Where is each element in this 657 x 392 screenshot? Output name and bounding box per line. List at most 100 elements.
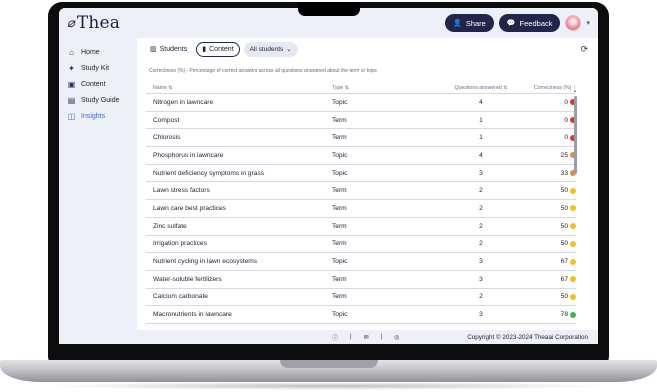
row-questions: 4 (479, 151, 483, 159)
copyright-text: Copyright © 2023-2024 Theaai Corporation (467, 333, 588, 341)
table-row[interactable]: Zinc sulfate Term 2 50 (146, 218, 576, 236)
table-row[interactable]: Chlorosis Term 1 0 (146, 129, 576, 148)
table-row[interactable]: Nutrient deficiency symptoms in grass Top… (146, 165, 576, 183)
status-dot-icon (570, 293, 576, 300)
sidebar-item-study-kit[interactable]: ✦ Study Kit (59, 60, 137, 76)
table-header: Name ⇅ Type ⇅ Questions answered ⇅ Corre… (146, 82, 576, 94)
table-scrollbar[interactable] (574, 96, 577, 174)
home-icon: ⌂ (69, 47, 74, 57)
row-questions: 3 (479, 169, 483, 177)
sidebar-item-label: Content (81, 80, 106, 88)
row-name: Lawn stress factors (153, 187, 210, 195)
row-name: Phosphorus in lawncare (153, 151, 224, 159)
sort-icon: ⇅ (168, 84, 173, 91)
app-footer: ⓘ | ✉ | ◎ Copyright © 2023-2024 Theaai C… (137, 330, 598, 344)
row-name: Nutrient cycling in lawn ecosystems (153, 258, 258, 266)
chat-icon: 💬 (506, 20, 516, 27)
laptop-lip (280, 360, 378, 368)
row-type: Topic (332, 311, 348, 319)
chevron-down-icon: ⌄ (286, 46, 292, 53)
table-row[interactable]: Nitrogen in lawncare Topic 4 0 (146, 94, 576, 112)
correctness-value: 67 (560, 275, 568, 283)
row-correctness: 0 (526, 134, 576, 141)
correctness-value: 0 (564, 116, 568, 124)
document-icon: ▮ (202, 46, 207, 53)
correctness-value: 50 (560, 293, 568, 301)
row-correctness: 0 (526, 99, 576, 106)
footer-separator: | (380, 334, 383, 340)
row-questions: 2 (479, 240, 483, 248)
chart-icon: ◫ (67, 111, 76, 121)
filter-value: All students (249, 45, 284, 53)
add-user-icon: 👤 (453, 20, 462, 27)
row-type: Term (332, 293, 347, 301)
table-row[interactable]: Phosphorus in lawncare Topic 4 25 (146, 147, 576, 165)
sidebar-item-study-guide[interactable]: ▤ Study Guide (59, 92, 137, 108)
table-row[interactable]: Nutrient cycling in lawn ecosystems Topic… (146, 253, 576, 271)
refresh-icon[interactable]: ⟳ (580, 44, 588, 55)
book-icon: ▤ (67, 95, 76, 105)
footer-separator: | (350, 334, 352, 340)
column-header-questions[interactable]: Questions answered ⇅ (436, 85, 526, 91)
app-screen: ⌀ Thea 👤 Share 💬 Feedback ▾ ⌂ Home ✦ Stu… (59, 8, 598, 344)
sidebar-item-label: Study Kit (81, 64, 110, 72)
students-filter-dropdown[interactable]: All students ⌄ (243, 41, 298, 57)
row-type: Term (332, 240, 347, 248)
camera-notch (297, 2, 360, 16)
table-row[interactable]: Water-soluble fertilizers Term 3 67 (146, 271, 576, 289)
correctness-value: 0 (564, 98, 568, 106)
row-correctness: 50 (526, 223, 576, 230)
table-row[interactable]: Lawn stress factors Term 2 50 (146, 182, 576, 201)
row-questions: 3 (479, 311, 483, 319)
column-header-type[interactable]: Type ⇅ (326, 85, 436, 91)
table-row[interactable]: Compost Term 1 0 (146, 112, 576, 130)
row-name: Compost (153, 116, 180, 124)
scroll-up-icon[interactable]: ▲ (573, 88, 577, 93)
row-correctness: 50 (526, 205, 576, 212)
correctness-note: Correctness (%) - Percentage of correct … (149, 68, 378, 74)
content-tab[interactable]: ▮ Content (196, 41, 240, 57)
sidebar-item-label: Home (81, 48, 100, 56)
column-header-name[interactable]: Name ⇅ (146, 85, 326, 91)
sidebar-item-insights[interactable]: ◫ Insights (59, 108, 137, 124)
folder-icon: ▣ (67, 79, 76, 89)
status-dot-icon (570, 240, 576, 247)
table-row[interactable]: Irrigation practices Term 2 50 (146, 236, 576, 254)
row-type: Topic (332, 151, 348, 159)
info-icon[interactable]: ⓘ (332, 333, 338, 342)
row-questions: 2 (479, 204, 483, 212)
user-avatar[interactable] (565, 15, 582, 31)
row-type: Term (332, 222, 347, 230)
table-row[interactable]: Calcium carbonate Term 2 50 (146, 289, 576, 307)
sidebar-item-home[interactable]: ⌂ Home (59, 44, 137, 60)
row-questions: 2 (479, 293, 483, 301)
feedback-button[interactable]: 💬 Feedback (498, 14, 561, 32)
students-tab[interactable]: ▥ Students (145, 42, 192, 57)
row-type: Term (332, 275, 347, 283)
insights-toolbar: ▥ Students ▮ Content All students ⌄ ⟳ (137, 38, 598, 60)
share-button[interactable]: 👤 Share (445, 14, 494, 32)
row-name: Calcium carbonate (153, 293, 208, 301)
chevron-down-icon[interactable]: ▾ (586, 19, 590, 27)
status-dot-icon (570, 223, 576, 230)
table-row[interactable]: Lawn care best practices Term 2 50 (146, 200, 576, 218)
correctness-value: 67 (560, 258, 568, 266)
feedback-label: Feedback (519, 18, 553, 28)
sidebar-item-content[interactable]: ▣ Content (59, 76, 137, 92)
sidebar: ⌂ Home ✦ Study Kit ▣ Content ▤ Study Gui… (59, 38, 137, 344)
table-row[interactable]: Macronutrients in lawncare Topic 3 78 (146, 306, 576, 324)
leaf-icon: ⌀ (67, 15, 75, 31)
status-dot-icon (570, 258, 576, 265)
status-dot-icon (570, 311, 576, 318)
row-type: Topic (332, 98, 348, 106)
row-questions: 1 (479, 134, 483, 142)
column-header-correctness[interactable]: Correctness (%) ↑ (526, 85, 576, 91)
mail-icon[interactable]: ✉ (364, 334, 369, 341)
instagram-icon[interactable]: ◎ (394, 334, 399, 341)
sidebar-item-label: Insights (81, 112, 106, 120)
row-questions: 1 (479, 116, 483, 124)
row-correctness: 78 (526, 311, 576, 318)
table-body: Nitrogen in lawncare Topic 4 0 Compost Term 1 0… (146, 94, 576, 324)
thea-logo[interactable]: ⌀ Thea (67, 13, 120, 33)
row-questions: 4 (479, 98, 483, 106)
